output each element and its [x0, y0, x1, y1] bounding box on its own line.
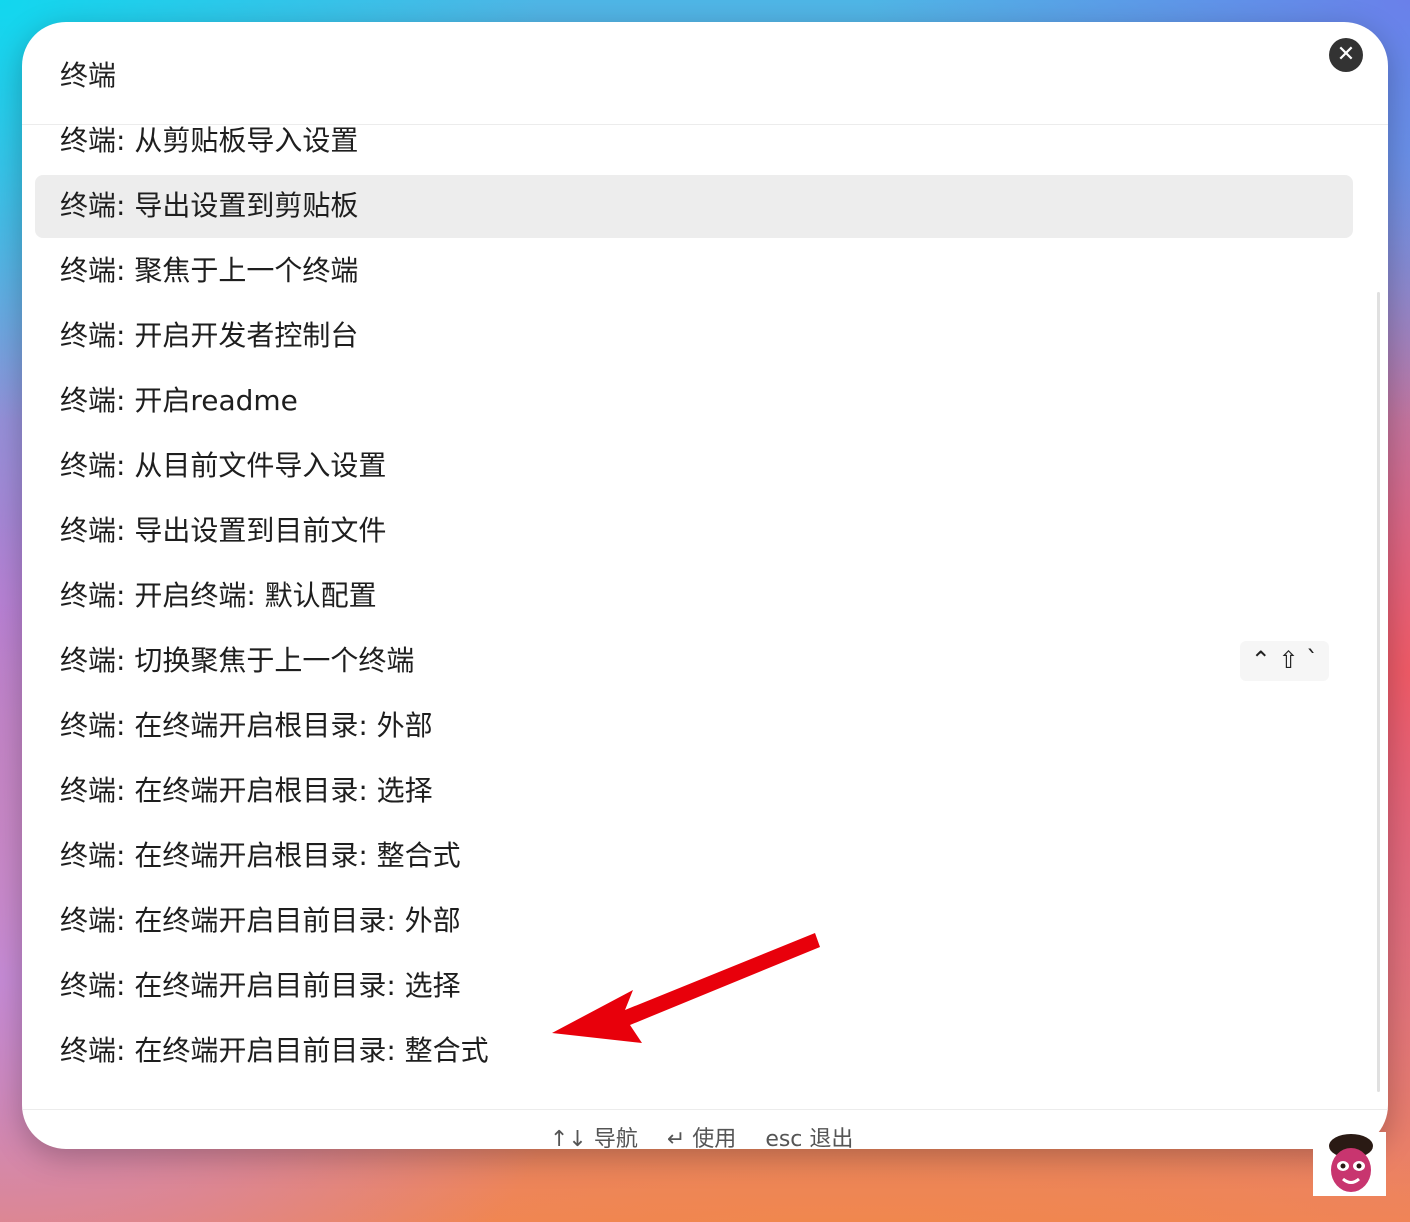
- close-icon[interactable]: ✕: [1329, 38, 1363, 72]
- footer-hints: ↑↓ 导航 ↵ 使用 esc 退出: [550, 1126, 875, 1149]
- result-label: 终端: 导出设置到目前文件: [60, 514, 387, 547]
- result-item[interactable]: 终端: 开启readme: [35, 370, 1353, 433]
- annotation-arrow-icon: [549, 930, 823, 1046]
- result-label: 终端: 在终端开启根目录: 外部: [60, 709, 433, 742]
- result-label: 终端: 在终端开启目前目录: 整合式: [60, 1034, 489, 1067]
- result-label: 终端: 在终端开启根目录: 选择: [60, 774, 433, 807]
- result-label: 终端: 导出设置到剪贴板: [60, 189, 359, 222]
- result-label: 终端: 聚焦于上一个终端: [60, 254, 359, 287]
- result-label: 终端: 在终端开启根目录: 整合式: [60, 839, 461, 872]
- search-input[interactable]: [60, 44, 1260, 104]
- result-label: 终端: 开启readme: [60, 384, 298, 417]
- result-item[interactable]: 终端: 在终端开启根目录: 外部: [35, 695, 1353, 758]
- result-label: 终端: 在终端开启目前目录: 选择: [60, 969, 461, 1002]
- result-item[interactable]: 终端: 聚焦于上一个终端: [35, 240, 1353, 303]
- result-item[interactable]: 终端: 在终端开启根目录: 选择: [35, 760, 1353, 823]
- avatar: [1313, 1132, 1386, 1196]
- result-item[interactable]: 终端: 在终端开启根目录: 整合式: [35, 825, 1353, 888]
- keyboard-shortcut: ⌃ ⇧ `: [1240, 641, 1329, 681]
- result-item[interactable]: 终端: 从目前文件导入设置: [35, 435, 1353, 498]
- result-item-selected[interactable]: 终端: 导出设置到剪贴板: [35, 175, 1353, 238]
- memoji-icon: [1329, 1134, 1373, 1192]
- result-item[interactable]: 终端: 从剪贴板导入设置: [35, 110, 1353, 173]
- result-label: 终端: 在终端开启目前目录: 外部: [60, 904, 461, 937]
- result-item[interactable]: 终端: 切换聚焦于上一个终端 ⌃ ⇧ `: [35, 630, 1353, 693]
- exit-hint: esc 退出: [765, 1127, 854, 1149]
- scrollbar[interactable]: [1377, 292, 1380, 1092]
- result-label: 终端: 切换聚焦于上一个终端: [60, 644, 415, 677]
- result-item[interactable]: 终端: 开启开发者控制台: [35, 305, 1353, 368]
- result-label: 终端: 开启终端: 默认配置: [60, 579, 377, 612]
- result-label: 终端: 从剪贴板导入设置: [60, 124, 359, 157]
- result-item[interactable]: 终端: 开启终端: 默认配置: [35, 565, 1353, 628]
- navigate-hint: ↑↓ 导航: [550, 1127, 638, 1149]
- result-label: 终端: 开启开发者控制台: [60, 319, 359, 352]
- use-hint: ↵ 使用: [666, 1127, 737, 1149]
- result-label: 终端: 从目前文件导入设置: [60, 449, 387, 482]
- footer-hints-bar: ↑↓ 导航 ↵ 使用 esc 退出: [22, 1109, 1388, 1149]
- result-item[interactable]: 终端: 导出设置到目前文件: [35, 500, 1353, 563]
